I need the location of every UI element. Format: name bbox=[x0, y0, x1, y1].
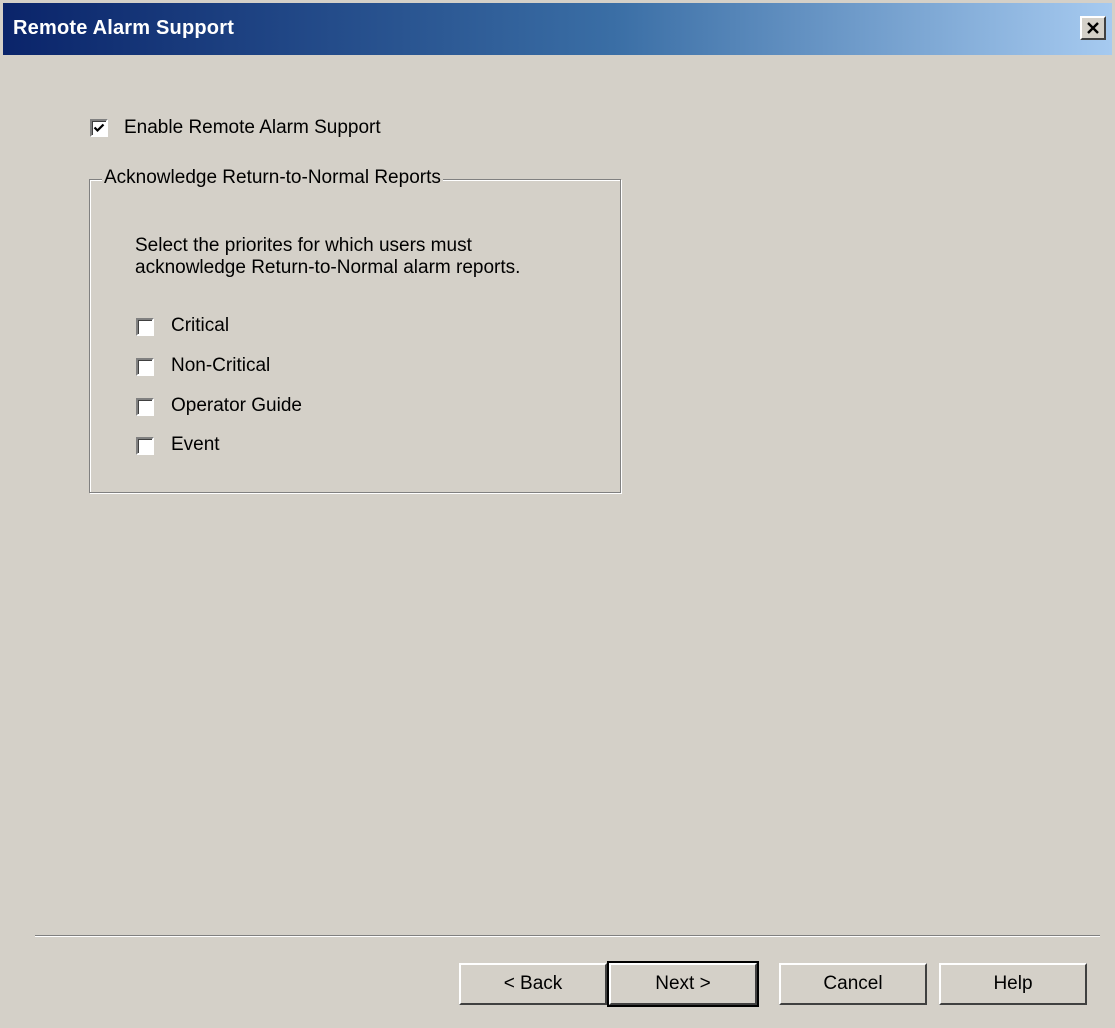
acknowledge-group-box bbox=[89, 179, 621, 493]
next-button[interactable]: Next > bbox=[607, 961, 759, 1007]
event-label[interactable]: Event bbox=[171, 434, 220, 456]
enable-remote-alarm-checkbox[interactable] bbox=[90, 119, 108, 137]
remote-alarm-support-dialog: Remote Alarm Support Enable Remote Alarm… bbox=[0, 0, 1115, 1028]
window-title: Remote Alarm Support bbox=[13, 17, 235, 39]
cancel-button[interactable]: Cancel bbox=[779, 963, 927, 1005]
button-separator bbox=[35, 935, 1100, 937]
help-button[interactable]: Help bbox=[939, 963, 1087, 1005]
description-line-2: acknowledge Return-to-Normal alarm repor… bbox=[135, 257, 521, 278]
critical-label[interactable]: Critical bbox=[171, 315, 229, 337]
title-bar[interactable]: Remote Alarm Support bbox=[3, 3, 1112, 55]
enable-remote-alarm-label[interactable]: Enable Remote Alarm Support bbox=[124, 117, 381, 139]
close-icon bbox=[1087, 22, 1099, 34]
priorities-description: Select the priorites for which users mus… bbox=[135, 235, 520, 279]
back-button[interactable]: < Back bbox=[459, 963, 607, 1005]
critical-checkbox[interactable] bbox=[136, 318, 154, 336]
non-critical-checkbox[interactable] bbox=[136, 358, 154, 376]
operator-guide-label[interactable]: Operator Guide bbox=[171, 395, 302, 417]
operator-guide-checkbox[interactable] bbox=[136, 398, 154, 416]
non-critical-label[interactable]: Non-Critical bbox=[171, 355, 270, 377]
description-line-1: Select the priorites for which users mus… bbox=[135, 235, 472, 256]
close-button[interactable] bbox=[1080, 16, 1106, 40]
event-checkbox[interactable] bbox=[136, 437, 154, 455]
checkmark-icon bbox=[93, 123, 105, 133]
acknowledge-group-legend: Acknowledge Return-to-Normal Reports bbox=[102, 167, 443, 189]
